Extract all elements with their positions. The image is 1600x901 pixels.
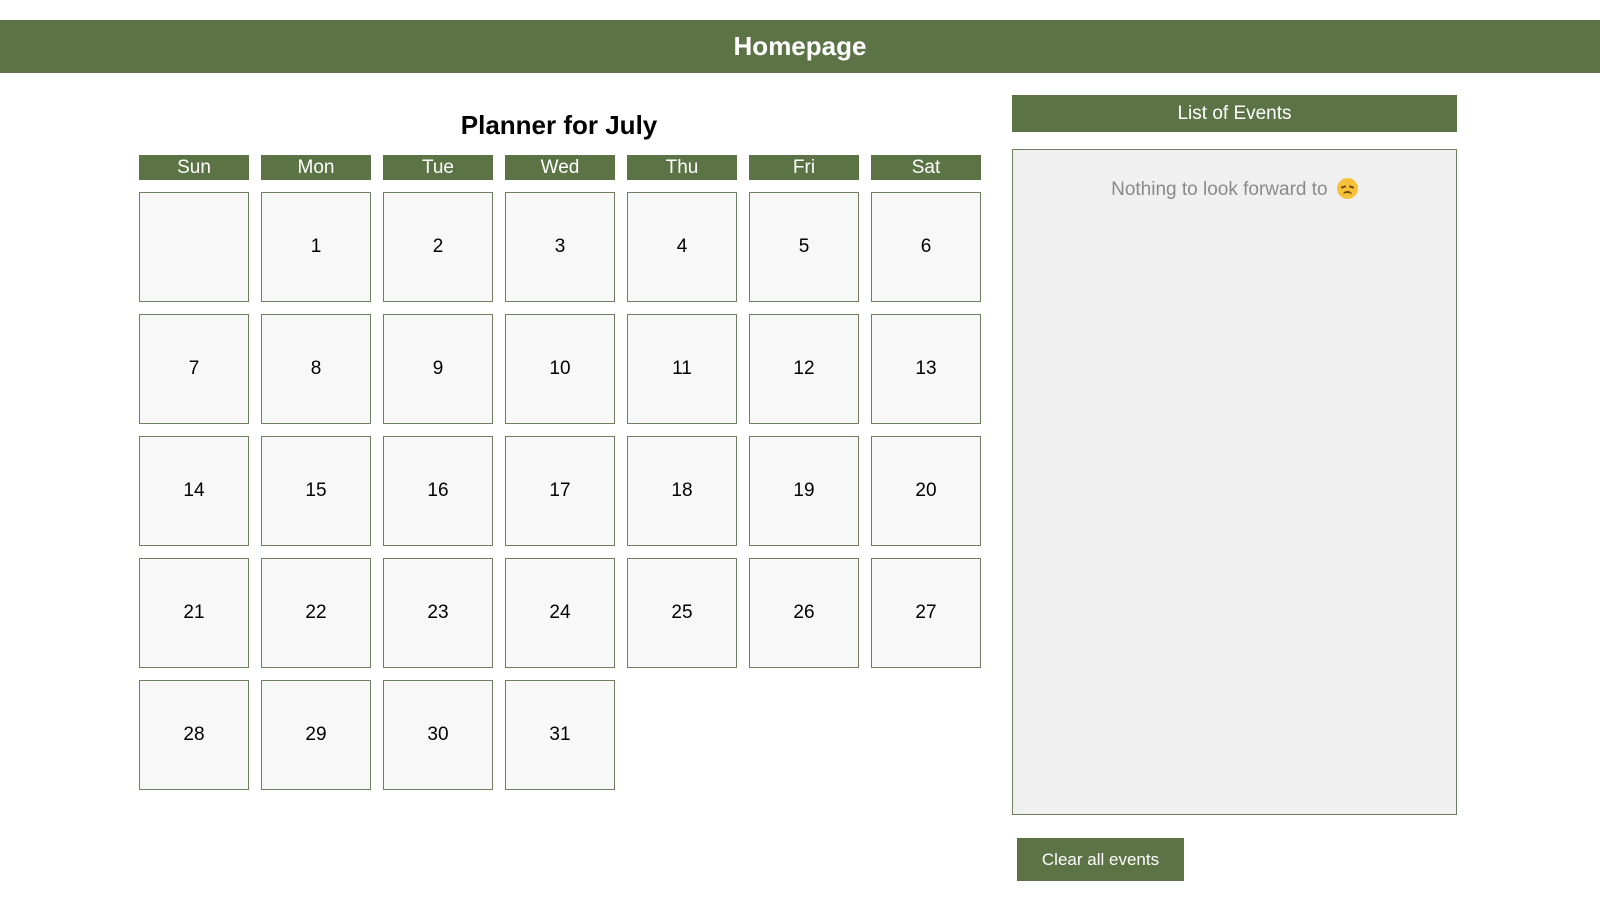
weekday-header-mon: Mon (261, 155, 371, 180)
day-cell-26[interactable]: 26 (749, 558, 859, 668)
day-cell-4[interactable]: 4 (627, 192, 737, 302)
events-list-header: List of Events (1012, 95, 1457, 132)
page-title: Homepage (733, 31, 867, 61)
disappointed-face-icon (1336, 178, 1358, 199)
day-cell-19[interactable]: 19 (749, 436, 859, 546)
weekday-header-thu: Thu (627, 155, 737, 180)
day-cell-8[interactable]: 8 (261, 314, 371, 424)
day-cell-13[interactable]: 13 (871, 314, 981, 424)
day-cell-18[interactable]: 18 (627, 436, 737, 546)
day-cell-6[interactable]: 6 (871, 192, 981, 302)
day-cell-14[interactable]: 14 (139, 436, 249, 546)
weekday-header-sun: Sun (139, 155, 249, 180)
day-cell-15[interactable]: 15 (261, 436, 371, 546)
day-cell-22[interactable]: 22 (261, 558, 371, 668)
day-cell-11[interactable]: 11 (627, 314, 737, 424)
clear-all-events-button[interactable]: Clear all events (1017, 838, 1184, 881)
empty-events-text: Nothing to look forward to (1111, 179, 1328, 200)
events-list-title: List of Events (1177, 102, 1292, 124)
day-cell-17[interactable]: 17 (505, 436, 615, 546)
day-cell-1[interactable]: 1 (261, 192, 371, 302)
day-cell-9[interactable]: 9 (383, 314, 493, 424)
day-cell-30[interactable]: 30 (383, 680, 493, 790)
day-cell-27[interactable]: 27 (871, 558, 981, 668)
page-header: Homepage (0, 20, 1600, 73)
weekday-header-tue: Tue (383, 155, 493, 180)
day-cell-7[interactable]: 7 (139, 314, 249, 424)
day-cell-24[interactable]: 24 (505, 558, 615, 668)
weekday-header-fri: Fri (749, 155, 859, 180)
weekday-header-wed: Wed (505, 155, 615, 180)
events-list-panel: Nothing to look forward to (1012, 149, 1457, 815)
empty-events-message: Nothing to look forward to (1013, 178, 1456, 201)
day-cell-21[interactable]: 21 (139, 558, 249, 668)
planner-title: Planner for July (460, 110, 658, 140)
day-cell-28[interactable]: 28 (139, 680, 249, 790)
day-cell-5[interactable]: 5 (749, 192, 859, 302)
day-cell-23[interactable]: 23 (383, 558, 493, 668)
weekday-header-sat: Sat (871, 155, 981, 180)
day-cell-3[interactable]: 3 (505, 192, 615, 302)
day-cell-10[interactable]: 10 (505, 314, 615, 424)
day-cell-12[interactable]: 12 (749, 314, 859, 424)
day-cell-2[interactable]: 2 (383, 192, 493, 302)
day-cell-20[interactable]: 20 (871, 436, 981, 546)
day-cell-29[interactable]: 29 (261, 680, 371, 790)
day-cell-16[interactable]: 16 (383, 436, 493, 546)
day-cell-empty[interactable] (139, 192, 249, 302)
day-cell-31[interactable]: 31 (505, 680, 615, 790)
day-cell-25[interactable]: 25 (627, 558, 737, 668)
